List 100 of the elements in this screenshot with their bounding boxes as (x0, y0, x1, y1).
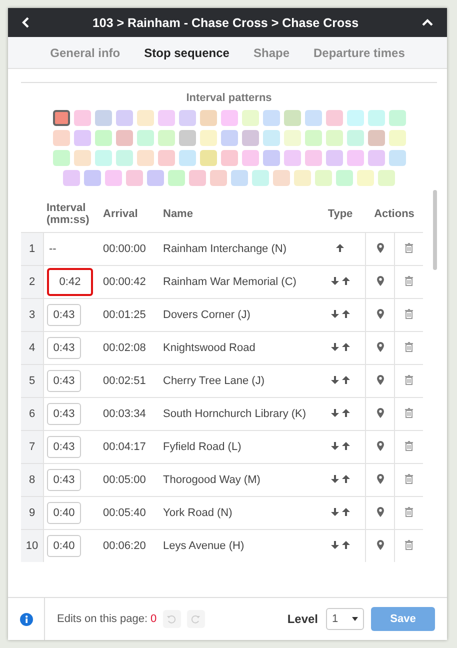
pattern-swatch[interactable] (346, 150, 364, 166)
pattern-swatch[interactable] (368, 110, 384, 126)
trash-icon[interactable] (405, 242, 413, 252)
pattern-swatch[interactable] (178, 110, 196, 126)
pattern-swatch[interactable] (136, 130, 154, 146)
pattern-swatch[interactable] (262, 150, 280, 166)
trash-icon[interactable] (405, 408, 413, 418)
pin-icon[interactable] (376, 276, 384, 286)
pattern-swatch[interactable] (94, 130, 112, 146)
interval-field[interactable]: 0:43 (47, 304, 81, 326)
pattern-swatch[interactable] (158, 130, 174, 146)
pattern-swatch[interactable] (304, 110, 322, 126)
pattern-swatch[interactable] (284, 150, 300, 166)
redo-button[interactable] (186, 610, 205, 628)
pattern-swatch[interactable] (326, 130, 342, 146)
pattern-swatch[interactable] (368, 150, 384, 166)
pattern-swatch[interactable] (284, 110, 300, 126)
trash-icon[interactable] (405, 440, 413, 450)
interval-field[interactable]: 0:43 (47, 370, 81, 392)
pattern-swatch[interactable] (252, 170, 269, 186)
pattern-swatch[interactable] (304, 130, 322, 146)
pattern-swatch[interactable] (388, 110, 406, 126)
pattern-swatch[interactable] (52, 130, 70, 146)
pattern-swatch[interactable] (220, 150, 238, 166)
pattern-swatch[interactable] (315, 170, 332, 186)
pattern-swatch[interactable] (74, 110, 90, 126)
pattern-swatch[interactable] (346, 130, 364, 146)
pattern-swatch[interactable] (304, 150, 322, 166)
tab[interactable]: Stop sequence (144, 46, 230, 60)
pattern-swatch[interactable] (210, 170, 227, 186)
pattern-swatch[interactable] (346, 110, 364, 126)
pattern-swatch[interactable] (147, 170, 164, 186)
pattern-swatch[interactable] (357, 170, 374, 186)
pattern-swatch[interactable] (105, 170, 122, 186)
undo-button[interactable] (162, 610, 181, 628)
pattern-swatch[interactable] (294, 170, 311, 186)
pattern-swatch[interactable] (158, 150, 174, 166)
redo-icon[interactable] (191, 614, 200, 624)
trash-icon[interactable] (405, 506, 413, 516)
interval-field[interactable]: 0:42 (47, 268, 93, 296)
pin-icon[interactable] (376, 342, 384, 352)
interval-field[interactable]: 0:43 (47, 337, 81, 359)
info-icon[interactable] (20, 612, 32, 626)
pattern-swatch[interactable] (326, 150, 342, 166)
pattern-swatch[interactable] (231, 170, 248, 186)
back-icon[interactable] (22, 17, 29, 28)
pin-icon[interactable] (376, 506, 384, 516)
pattern-swatch[interactable] (94, 110, 112, 126)
pattern-swatch[interactable] (126, 170, 143, 186)
trash-icon[interactable] (405, 540, 413, 550)
trash-icon[interactable] (405, 276, 413, 286)
pattern-swatch[interactable] (220, 130, 238, 146)
trash-icon[interactable] (405, 342, 413, 352)
pattern-swatch[interactable] (116, 150, 132, 166)
pattern-swatch[interactable] (242, 130, 258, 146)
pattern-swatch[interactable] (84, 170, 101, 186)
pattern-swatch[interactable] (326, 110, 342, 126)
pattern-swatch[interactable] (52, 110, 70, 126)
pattern-swatch[interactable] (116, 110, 132, 126)
pattern-swatch[interactable] (388, 150, 406, 166)
interval-field[interactable]: 0:43 (47, 469, 81, 491)
pattern-swatch[interactable] (168, 170, 185, 186)
pattern-swatch[interactable] (220, 110, 238, 126)
interval-field[interactable]: 0:40 (47, 535, 81, 557)
pattern-swatch[interactable] (116, 130, 132, 146)
pattern-swatch[interactable] (200, 150, 216, 166)
level-select[interactable]: 1 (326, 608, 364, 630)
pattern-swatch[interactable] (200, 110, 216, 126)
pattern-swatch[interactable] (52, 150, 70, 166)
pattern-swatch[interactable] (368, 130, 384, 146)
pattern-swatch[interactable] (262, 130, 280, 146)
pin-icon[interactable] (376, 540, 384, 550)
pattern-swatch[interactable] (136, 150, 154, 166)
interval-field[interactable]: 0:43 (47, 436, 81, 458)
pattern-swatch[interactable] (136, 110, 154, 126)
pattern-swatch[interactable] (178, 150, 196, 166)
trash-icon[interactable] (405, 308, 413, 318)
pattern-swatch[interactable] (74, 150, 90, 166)
pattern-swatch[interactable] (388, 130, 406, 146)
trash-icon[interactable] (405, 474, 413, 484)
pattern-swatch[interactable] (273, 170, 290, 186)
pattern-swatch[interactable] (94, 150, 112, 166)
pattern-swatch[interactable] (178, 130, 196, 146)
pattern-swatch[interactable] (336, 170, 353, 186)
trash-icon[interactable] (405, 374, 413, 384)
undo-icon[interactable] (167, 614, 176, 624)
interval-field[interactable]: 0:40 (47, 502, 81, 524)
pin-icon[interactable] (376, 242, 384, 252)
pattern-swatch[interactable] (242, 110, 258, 126)
pin-icon[interactable] (376, 408, 384, 418)
collapse-icon[interactable] (422, 19, 433, 26)
pin-icon[interactable] (376, 474, 384, 484)
pattern-swatch[interactable] (378, 170, 395, 186)
pattern-swatch[interactable] (262, 110, 280, 126)
interval-field[interactable]: 0:43 (47, 403, 81, 425)
pin-icon[interactable] (376, 440, 384, 450)
pattern-swatch[interactable] (242, 150, 258, 166)
pattern-swatch[interactable] (200, 130, 216, 146)
pattern-swatch[interactable] (74, 130, 90, 146)
pattern-swatch[interactable] (158, 110, 174, 126)
